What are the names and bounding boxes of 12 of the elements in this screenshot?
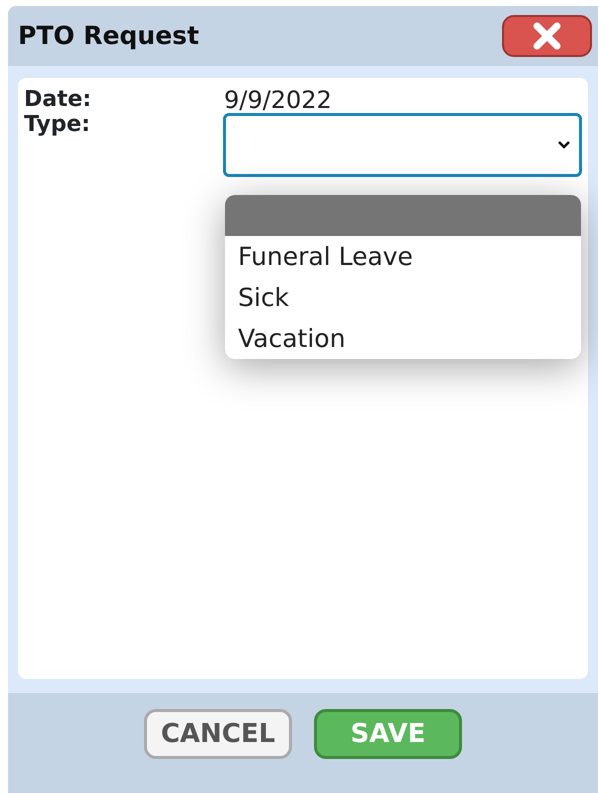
- field-label: Date:: [24, 88, 92, 112]
- cancel-button[interactable]: CANCEL: [144, 709, 292, 759]
- field-label: Type:: [24, 113, 92, 138]
- close-button[interactable]: [502, 15, 592, 57]
- dropdown-option[interactable]: Vacation: [225, 318, 581, 359]
- field-value: 9/9/2022: [224, 88, 332, 114]
- window-title: PTO Request: [18, 20, 200, 52]
- dropdown-option[interactable]: Sick: [225, 277, 581, 318]
- type-select[interactable]: [223, 113, 582, 178]
- dropdown-option[interactable]: Funeral Leave: [225, 236, 581, 277]
- close-icon: [532, 21, 562, 51]
- chevron-down-icon: [557, 140, 571, 150]
